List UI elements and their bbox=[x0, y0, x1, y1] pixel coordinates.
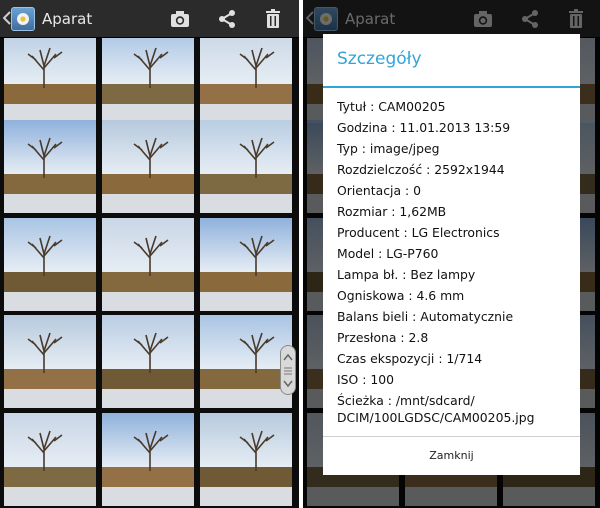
action-bar: Aparat bbox=[0, 0, 299, 38]
photo-tree-wide[interactable] bbox=[200, 30, 292, 123]
close-button[interactable]: Zamknij bbox=[323, 437, 580, 475]
detail-white-balance: Balans bieli : Automatycznie bbox=[337, 309, 514, 324]
photo-tree-dry-grass[interactable] bbox=[4, 30, 96, 123]
detail-iso: ISO : 100 bbox=[337, 372, 394, 387]
dialog-title-divider bbox=[323, 86, 580, 88]
dialog-title: Szczegóły bbox=[337, 49, 422, 69]
gallery-screen: Aparat bbox=[0, 0, 299, 508]
detail-path: Ścieżka : /mnt/sdcard/ DCIM/100LGDSC/CAM… bbox=[337, 393, 535, 425]
details-list: Tytuł : CAM00205 Godzina : 11.01.2013 13… bbox=[337, 96, 573, 426]
fast-scroll-handle[interactable] bbox=[280, 345, 296, 395]
share-icon[interactable] bbox=[216, 8, 238, 30]
app-title: Aparat bbox=[42, 10, 93, 28]
detail-focal-length: Ogniskowa : 4.6 mm bbox=[337, 288, 465, 303]
detail-size: Rozmiar : 1,62MB bbox=[337, 204, 447, 219]
photo-tree-stump[interactable] bbox=[200, 413, 292, 506]
photo-tree-snow-field[interactable] bbox=[4, 218, 96, 311]
photo-tree-bare-branches[interactable] bbox=[200, 218, 292, 311]
photo-trees-field[interactable] bbox=[102, 30, 194, 123]
photo-clouds[interactable] bbox=[102, 413, 194, 506]
detail-type: Typ : image/jpeg bbox=[337, 141, 440, 156]
photo-tree-leaning-close[interactable] bbox=[4, 413, 96, 506]
photo-tree-leaning[interactable] bbox=[4, 315, 96, 408]
detail-flash: Lampa bł. : Bez lampy bbox=[337, 267, 476, 282]
detail-orientation: Orientacja : 0 bbox=[337, 183, 421, 198]
detail-title: Tytuł : CAM00205 bbox=[337, 99, 446, 114]
details-dialog: Szczegóły Tytuł : CAM00205 Godzina : 11.… bbox=[323, 34, 580, 475]
details-screen: Aparat Szczegóły Tytuł : CAM00205 G bbox=[303, 0, 600, 508]
detail-exposure-time: Czas ekspozycji : 1/714 bbox=[337, 351, 483, 366]
detail-time: Godzina : 11.01.2013 13:59 bbox=[337, 120, 511, 135]
detail-resolution: Rozdzielczość : 2592x1944 bbox=[337, 162, 505, 177]
photo-tree-clouds[interactable] bbox=[102, 315, 194, 408]
detail-aperture: Przesłona : 2.8 bbox=[337, 330, 429, 345]
back-chevron-icon[interactable] bbox=[3, 11, 11, 25]
photo-snowy-path[interactable] bbox=[200, 315, 292, 408]
photo-tree-sunny[interactable] bbox=[102, 120, 194, 213]
photo-tree-field[interactable] bbox=[102, 218, 194, 311]
photo-tree-sunny[interactable] bbox=[4, 120, 96, 213]
camera-icon[interactable] bbox=[169, 8, 191, 30]
app-icon[interactable] bbox=[11, 7, 35, 31]
detail-manufacturer: Producent : LG Electronics bbox=[337, 225, 500, 240]
trash-icon[interactable] bbox=[262, 8, 284, 30]
detail-model: Model : LG-P760 bbox=[337, 246, 439, 261]
photo-tree-sunny[interactable] bbox=[200, 120, 292, 213]
